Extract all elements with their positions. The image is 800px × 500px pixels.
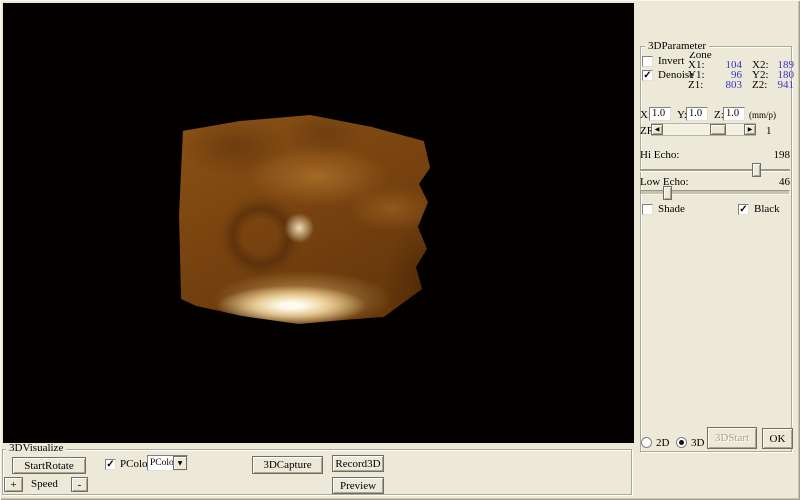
start-rotate-button[interactable]: StartRotate — [12, 457, 86, 474]
hi-echo-label: Hi Echo: — [640, 150, 679, 161]
zone-table: X1: 104 X2: 189 Y1: 96 Y2: 180 Z1: 803 Z… — [688, 60, 794, 90]
visualize-group-title: 3DVisualize — [6, 443, 66, 454]
invert-checkbox[interactable]: ✓ — [642, 56, 653, 67]
radio-3d[interactable] — [676, 437, 687, 448]
hi-echo-thumb[interactable] — [752, 163, 761, 177]
hi-echo-slider[interactable] — [640, 163, 790, 177]
scroll-left-icon[interactable]: ◀ — [651, 124, 663, 135]
invert-label: Invert — [658, 56, 684, 67]
chevron-down-icon[interactable]: ▼ — [173, 456, 187, 470]
denoise-checkbox[interactable]: ✓ — [642, 70, 653, 81]
scale-unit-label: (mm/p) — [749, 110, 776, 121]
capture-button[interactable]: 3DCapture — [252, 456, 323, 474]
black-label: Black — [754, 204, 780, 215]
record-button[interactable]: Record3D — [332, 455, 384, 472]
zrate-scrollbar[interactable]: ◀ ▶ — [651, 123, 756, 136]
shade-checkbox[interactable]: ✓ — [642, 204, 653, 215]
hi-echo-value: 198 — [768, 150, 790, 161]
shade-label: Shade — [658, 204, 685, 215]
ok-button[interactable]: OK — [762, 428, 793, 449]
pcolor-checkbox[interactable]: ✓ — [105, 459, 116, 470]
check-icon: ✓ — [739, 205, 748, 214]
black-checkbox[interactable]: ✓ — [738, 204, 749, 215]
zrate-value: 1 — [766, 126, 772, 137]
zone-z1-value: 803 — [710, 80, 742, 90]
scale-z-input[interactable]: 1.0 — [723, 107, 745, 121]
speed-plus-button[interactable]: + — [4, 477, 23, 492]
zone-z2-value: 941 — [774, 80, 794, 90]
parameter-group-title: 3DParameter — [645, 41, 709, 52]
scroll-right-icon[interactable]: ▶ — [744, 124, 756, 135]
radio-3d-label: 3D — [691, 438, 704, 449]
ultrasound-render — [178, 112, 436, 327]
zrate-scroll-thumb[interactable] — [710, 124, 726, 135]
start3d-button[interactable]: 3DStart — [707, 427, 757, 449]
viewport-3d[interactable] — [3, 3, 634, 443]
speed-minus-button[interactable]: - — [71, 477, 88, 492]
low-echo-thumb[interactable] — [663, 186, 672, 200]
radio-dot — [679, 440, 684, 445]
low-echo-slider[interactable] — [640, 186, 790, 200]
check-icon: ✓ — [106, 460, 115, 469]
radio-2d[interactable] — [641, 437, 652, 448]
check-icon: ✓ — [643, 71, 652, 80]
zone-z1-label: Z1: — [688, 80, 710, 90]
scale-x-input[interactable]: 1.0 — [649, 107, 671, 121]
radio-2d-label: 2D — [656, 438, 669, 449]
scale-y-input[interactable]: 1.0 — [686, 107, 708, 121]
speed-label: Speed — [31, 479, 58, 490]
pcolor-select[interactable]: PColor ▼ — [147, 455, 188, 471]
zone-row-z: Z1: 803 Z2: 941 — [688, 80, 794, 90]
preview-button[interactable]: Preview — [332, 477, 384, 494]
zone-z2-label: Z2: — [752, 80, 774, 90]
hi-echo-track — [640, 169, 790, 171]
